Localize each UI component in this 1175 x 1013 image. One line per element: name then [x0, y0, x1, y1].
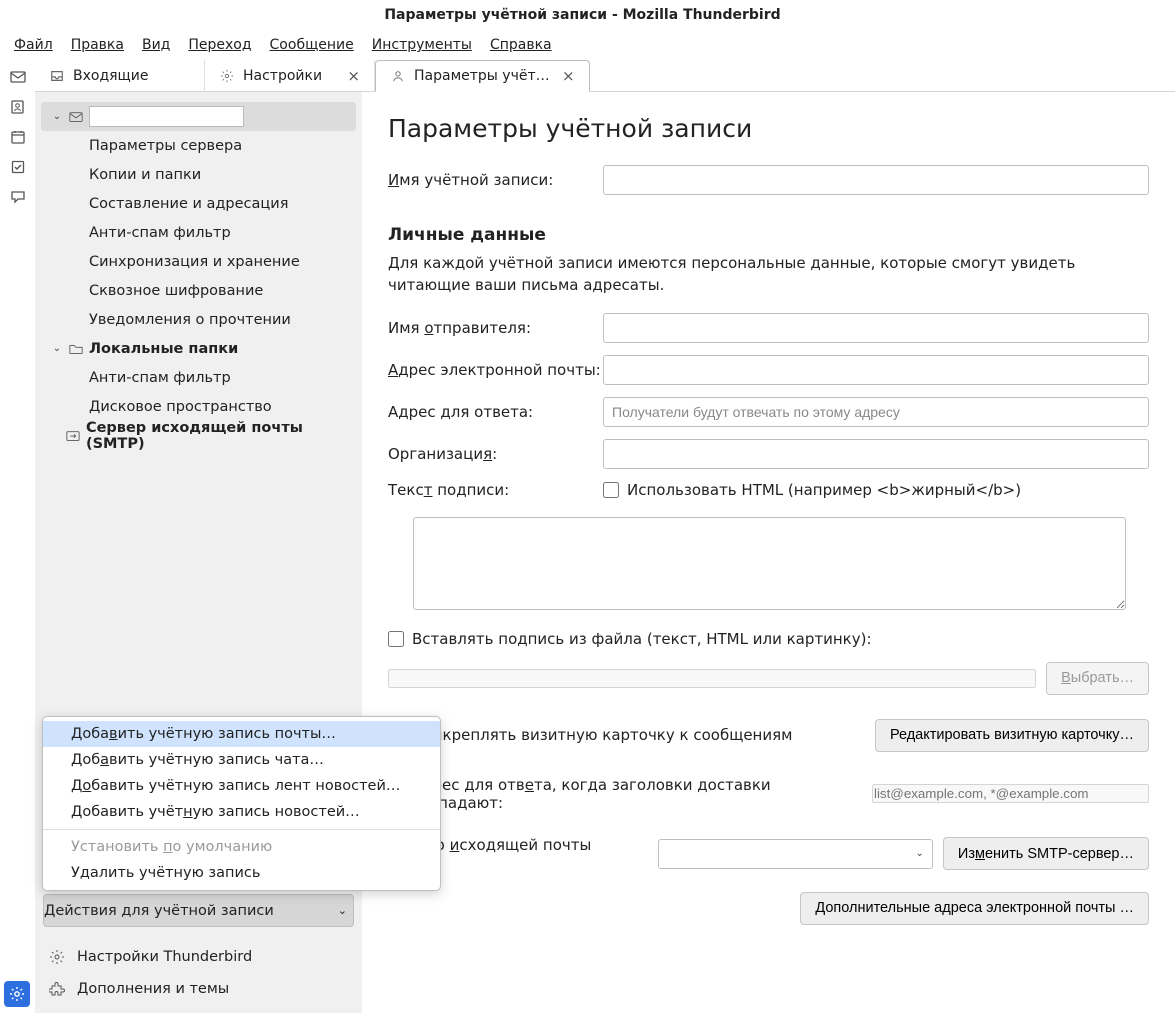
addressbook-icon[interactable]: [9, 98, 27, 116]
menu-separator: [43, 829, 440, 830]
account-name-edit[interactable]: [89, 106, 244, 127]
tree-item-local-junk[interactable]: Анти-спам фильтр: [41, 363, 356, 392]
reply-header-label: Адрес для ответа, когда заголовки достав…: [412, 776, 862, 812]
email-label: Адрес электронной почты:: [388, 361, 603, 379]
personal-desc: Для каждой учётной записи имеются персон…: [388, 253, 1149, 297]
sig-text-label: Текст подписи:: [388, 481, 603, 499]
gear-icon: [49, 949, 67, 965]
window-titlebar: Параметры учётной записи - Mozilla Thund…: [0, 0, 1175, 30]
tab-label: Настройки: [243, 68, 322, 84]
account-actions-menu: Добавить учётную запись почты… Добавить …: [42, 716, 441, 891]
more-emails-button[interactable]: Дополнительные адреса электронной почты …: [800, 892, 1149, 925]
menubar: Файл Правка Вид Переход Сообщение Инстру…: [0, 30, 1175, 60]
menu-tools[interactable]: Инструменты: [364, 33, 480, 57]
chevron-down-icon: ⌄: [916, 848, 924, 859]
use-html-label: Использовать HTML (например <b>жирный</b…: [627, 481, 1021, 499]
org-label: Организация:: [388, 445, 603, 463]
chevron-down-icon: ⌄: [338, 904, 347, 917]
account-icon: [390, 68, 406, 84]
menu-add-chat-account[interactable]: Добавить учётную запись чата…: [43, 747, 440, 773]
mail-account-icon: [67, 110, 85, 124]
reply-to-label: Адрес для ответа:: [388, 403, 603, 421]
choose-file-button: Выбрать…: [1046, 662, 1149, 695]
addons-themes-link[interactable]: Дополнения и темы: [43, 973, 354, 1005]
smtp-select[interactable]: ⌄: [658, 839, 933, 869]
menu-add-mail-account[interactable]: Добавить учётную запись почты…: [43, 721, 440, 747]
tree-local-folders[interactable]: ⌄ Локальные папки: [41, 334, 356, 363]
reply-header-input: [872, 784, 1149, 803]
page-title: Параметры учётной записи: [388, 114, 1149, 143]
menu-message[interactable]: Сообщение: [262, 33, 362, 57]
tree-item-sync[interactable]: Синхронизация и хранение: [41, 247, 356, 276]
tree-account-root[interactable]: ⌄: [41, 102, 356, 131]
close-icon[interactable]: ×: [562, 67, 575, 85]
tree-item-junk[interactable]: Анти-спам фильтр: [41, 218, 356, 247]
tree-item-server[interactable]: Параметры сервера: [41, 131, 356, 160]
tab-label: Параметры учётной з: [414, 68, 554, 84]
calendar-icon[interactable]: [9, 128, 27, 146]
menu-add-news-account[interactable]: Добавить учётную запись новостей…: [43, 799, 440, 825]
chevron-down-icon[interactable]: ⌄: [51, 343, 63, 354]
sender-name-input[interactable]: [603, 313, 1149, 343]
menu-delete-account[interactable]: Удалить учётную запись: [43, 860, 440, 886]
tree-item-composition[interactable]: Составление и адресация: [41, 189, 356, 218]
attach-vcard-label: Прикреплять визитную карточку к сообщени…: [412, 726, 792, 744]
account-actions-label: Действия для учётной записи: [44, 903, 274, 919]
menu-file[interactable]: Файл: [6, 33, 61, 57]
signature-textarea[interactable]: [413, 517, 1126, 610]
account-name-label: Имя учётной записи:: [388, 171, 603, 189]
tasks-icon[interactable]: [9, 158, 27, 176]
spaces-toolbar: [0, 60, 35, 1013]
menu-help[interactable]: Справка: [482, 33, 560, 57]
folder-icon: [67, 342, 85, 356]
inbox-icon: [49, 68, 65, 84]
menu-go[interactable]: Переход: [180, 33, 259, 57]
email-input[interactable]: [603, 355, 1149, 385]
window-title: Параметры учётной записи - Mozilla Thund…: [384, 7, 780, 23]
account-name-input[interactable]: [603, 165, 1149, 195]
account-settings-pane: Параметры учётной записи Имя учётной зап…: [362, 92, 1175, 1013]
tab-inbox[interactable]: Входящие: [35, 60, 205, 91]
menu-set-default: Установить по умолчанию: [43, 834, 440, 860]
chat-icon[interactable]: [9, 188, 27, 206]
edit-smtp-button[interactable]: Изменить SMTP-сервер…: [943, 837, 1149, 870]
mail-icon[interactable]: [9, 68, 27, 86]
chevron-down-icon[interactable]: ⌄: [51, 111, 63, 122]
settings-badge-icon[interactable]: [4, 981, 30, 1007]
tab-settings[interactable]: Настройки ×: [205, 60, 375, 91]
close-icon[interactable]: ×: [347, 67, 360, 85]
tree-item-copies[interactable]: Копии и папки: [41, 160, 356, 189]
account-actions-button[interactable]: Действия для учётной записи ⌄: [43, 894, 354, 927]
tree-smtp[interactable]: Сервер исходящей почты (SMTP): [41, 421, 356, 450]
tree-item-disk[interactable]: Дисковое пространство: [41, 392, 356, 421]
menu-view[interactable]: Вид: [134, 33, 178, 57]
tree-item-e2e[interactable]: Сквозное шифрование: [41, 276, 356, 305]
reply-to-input[interactable]: [603, 397, 1149, 427]
menu-add-feed-account[interactable]: Добавить учётную запись лент новостей…: [43, 773, 440, 799]
sig-file-path-input: [388, 669, 1036, 688]
gear-icon: [219, 68, 235, 84]
personal-section-heading: Личные данные: [388, 225, 1149, 245]
menu-edit[interactable]: Правка: [63, 33, 132, 57]
edit-vcard-button[interactable]: Редактировать визитную карточку…: [875, 719, 1149, 752]
tabstrip: Входящие Настройки × Параметры учётной з…: [35, 60, 1175, 92]
attach-sig-file-checkbox[interactable]: [388, 631, 404, 647]
tree-item-receipts[interactable]: Уведомления о прочтении: [41, 305, 356, 334]
sender-name-label: Имя отправителя:: [388, 319, 603, 337]
attach-sig-file-label: Вставлять подпись из файла (текст, HTML …: [412, 630, 872, 648]
tab-account-settings[interactable]: Параметры учётной з ×: [375, 60, 590, 92]
puzzle-icon: [49, 981, 67, 997]
outgoing-icon: [65, 429, 82, 443]
use-html-checkbox[interactable]: [603, 482, 619, 498]
tab-label: Входящие: [73, 68, 148, 84]
thunderbird-settings-link[interactable]: Настройки Thunderbird: [43, 941, 354, 973]
org-input[interactable]: [603, 439, 1149, 469]
